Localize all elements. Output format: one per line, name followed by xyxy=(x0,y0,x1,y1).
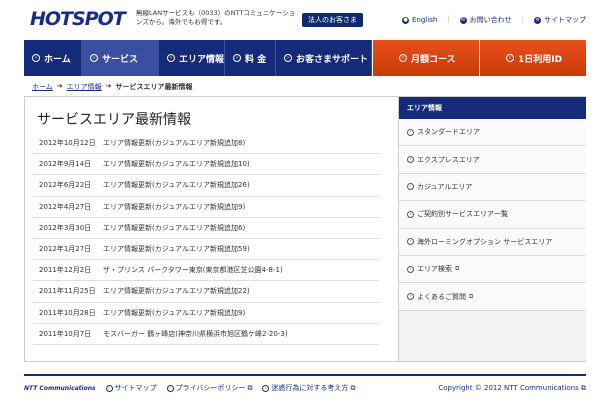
nav-1day-id[interactable]: › 1日利用ID xyxy=(479,40,586,76)
chevron-right-icon: › xyxy=(32,54,40,62)
chevron-right-icon: › xyxy=(506,54,514,62)
news-date: 2012年6月22日 xyxy=(39,181,92,190)
chevron-right-icon: › xyxy=(407,265,414,273)
chevron-right-icon: › xyxy=(284,54,292,62)
chevron-right-icon: › xyxy=(407,183,414,191)
footer-spam-policy-link[interactable]: › 迷惑行為に対する考え方 ⧉ xyxy=(262,383,355,393)
news-row: 2011年12月2日 ザ・プリンス パークタワー東京(東京都港区芝公園4-8-1) xyxy=(33,260,379,282)
news-row: 2011年10月7日 モスバーガー 鶴ヶ峰店(神奈川県横浜市旭区鶴ケ峰2-20-3… xyxy=(33,324,379,345)
news-text: エリア情報更新(カジュアルエリア新規追加10) xyxy=(103,160,250,169)
news-date: 2012年1月27日 xyxy=(39,245,92,254)
chevron-right-icon: › xyxy=(399,54,407,62)
news-date: 2012年10月12日 xyxy=(39,139,96,148)
news-list: 2012年10月12日 エリア情報更新(カジュアルエリア新規追加8) 2012年9… xyxy=(33,133,379,345)
mail-icon: ✉ xyxy=(459,16,467,24)
chevron-right-icon: › xyxy=(407,156,414,164)
external-window-icon: ⧉ xyxy=(455,265,460,273)
separator: | xyxy=(447,15,450,23)
footer-privacy-link[interactable]: › プライバシーポリシー ⧉ xyxy=(166,383,253,393)
chevron-right-icon: › xyxy=(105,384,113,392)
nav-area-info[interactable]: › エリア情報 xyxy=(159,40,225,76)
breadcrumb-area-info[interactable]: エリア情報 xyxy=(67,82,102,92)
nav-pricing[interactable]: › 料 金 xyxy=(225,40,276,76)
news-date: 2012年4月27日 xyxy=(39,202,92,211)
main-content: サービスエリア最新情報 2012年10月12日 エリア情報更新(カジュアルエリア新… xyxy=(24,96,586,362)
news-text: エリア情報更新(カジュアルエリア新規追加22) xyxy=(103,287,250,296)
news-row: 2012年9月14日 エリア情報更新(カジュアルエリア新規追加10) xyxy=(33,154,379,176)
news-row: 2012年3月30日 エリア情報更新(カジュアルエリア新規追加6) xyxy=(33,218,379,239)
nav-home[interactable]: › ホーム xyxy=(24,40,82,76)
news-text: モスバーガー 鶴ヶ峰店(神奈川県横浜市旭区鶴ケ峰2-20-3) xyxy=(103,329,288,338)
chevron-right-icon: › xyxy=(167,54,175,62)
chevron-right-icon: › xyxy=(166,384,174,392)
sidebar-item-faq[interactable]: › よくあるご質問 ⧉ xyxy=(399,283,586,311)
header-tagline: 無線LANサービスも（0033）のNTTコミュニケーションズから。海外でもお得で… xyxy=(136,9,296,26)
separator: | xyxy=(521,15,524,23)
sidebar-heading: エリア情報 xyxy=(399,97,586,119)
sitemap-link[interactable]: ≡ サイトマップ xyxy=(534,15,586,25)
news-text: エリア情報更新(カジュアルエリア新規追加9) xyxy=(103,202,246,211)
news-date: 2012年3月30日 xyxy=(39,223,92,232)
footer-divider xyxy=(24,374,586,376)
news-row: 2012年1月27日 エリア情報更新(カジュアルエリア新規追加59) xyxy=(33,239,379,261)
contact-link[interactable]: ✉ お問い合わせ xyxy=(459,15,512,25)
globe-icon: ● xyxy=(402,16,409,24)
chevron-right-icon: › xyxy=(233,54,241,62)
sidebar-item-roaming-area[interactable]: › 海外ローミングオプション サービスエリア xyxy=(399,228,586,256)
header-utility-links: ● English | ✉ お問い合わせ | ≡ サイトマップ xyxy=(402,15,586,25)
news-text: エリア情報更新(カジュアルエリア新規追加59) xyxy=(103,245,250,254)
chevron-right-icon: ➔ xyxy=(105,82,112,90)
news-text: エリア情報更新(カジュアルエリア新規追加9) xyxy=(103,308,246,317)
external-window-icon: ⧉ xyxy=(247,383,253,392)
ntt-communications-logo[interactable]: NTT Communications xyxy=(24,385,96,392)
external-window-icon: ⧉ xyxy=(469,292,474,300)
corporate-customers-button[interactable]: 法人のお客さま xyxy=(302,13,363,27)
news-row: 2011年10月28日 エリア情報更新(カジュアルエリア新規追加9) xyxy=(33,303,379,324)
news-row: 2012年10月12日 エリア情報更新(カジュアルエリア新規追加8) xyxy=(33,133,379,155)
chevron-right-icon: ➔ xyxy=(56,82,63,90)
nav-service[interactable]: › サービス xyxy=(82,40,159,76)
external-window-icon: ⧉ xyxy=(581,383,586,392)
chevron-right-icon: › xyxy=(407,238,414,246)
chevron-right-icon: › xyxy=(407,210,414,218)
sidebar-item-standard-area[interactable]: › スタンダードエリア xyxy=(399,119,586,147)
chevron-right-icon: › xyxy=(407,293,414,301)
nav-support[interactable]: › お客さまサポート xyxy=(276,40,372,76)
site-footer: NTT Communications › サイトマップ › プライバシーポリシー ⧉ … xyxy=(24,380,586,396)
chevron-right-icon: › xyxy=(90,54,98,62)
sidebar-item-casual-area[interactable]: › カジュアルエリア xyxy=(399,173,586,202)
news-date: 2011年10月7日 xyxy=(39,329,92,338)
english-link[interactable]: ● English xyxy=(402,15,437,25)
news-date: 2011年10月28日 xyxy=(39,308,96,317)
hotspot-logo[interactable]: HOTSPOT xyxy=(30,8,126,30)
breadcrumb-home[interactable]: ホーム xyxy=(32,82,53,92)
external-window-icon: ⧉ xyxy=(350,383,356,392)
news-row: 2012年4月27日 エリア情報更新(カジュアルエリア新規追加9) xyxy=(33,197,379,218)
news-row: 2012年6月22日 エリア情報更新(カジュアルエリア新規追加26) xyxy=(33,175,379,197)
breadcrumb: ホーム ➔ エリア情報 ➔ サービスエリア最新情報 xyxy=(32,82,193,92)
sidebar-item-contract-area-list[interactable]: › ご契約別サービスエリア一覧 xyxy=(399,201,586,229)
news-text: エリア情報更新(カジュアルエリア新規追加6) xyxy=(103,223,246,232)
chevron-right-icon: › xyxy=(407,128,414,136)
page-title: サービスエリア最新情報 xyxy=(37,112,191,128)
footer-sitemap-link[interactable]: › サイトマップ xyxy=(105,383,157,393)
news-text: エリア情報更新(カジュアルエリア新規追加26) xyxy=(103,181,250,190)
news-text: エリア情報更新(カジュアルエリア新規追加8) xyxy=(103,139,246,148)
news-date: 2011年12月2日 xyxy=(39,266,92,275)
chevron-right-icon: › xyxy=(262,384,270,392)
sitemap-icon: ≡ xyxy=(534,16,541,24)
site-header: HOTSPOT 無線LANサービスも（0033）のNTTコミュニケーションズから… xyxy=(0,0,610,38)
news-text: ザ・プリンス パークタワー東京(東京都港区芝公園4-8-1) xyxy=(103,266,283,275)
breadcrumb-current: サービスエリア最新情報 xyxy=(115,83,193,91)
news-date: 2012年9月14日 xyxy=(39,160,92,169)
global-nav: › ホーム › サービス › エリア情報 › 料 金 › お客さまサポート › 月額コース … xyxy=(24,40,586,76)
area-info-sidebar: エリア情報 › スタンダードエリア › エクスプレスエリア › カジュアルエリア › ご… xyxy=(398,97,586,361)
nav-monthly-course[interactable]: › 月額コース xyxy=(372,40,479,76)
sidebar-item-area-search[interactable]: › エリア検索 ⧉ xyxy=(399,255,586,284)
sidebar-item-express-area[interactable]: › エクスプレスエリア xyxy=(399,146,586,174)
copyright-link[interactable]: Copyright © 2012 NTT Communications ⧉ xyxy=(438,384,586,393)
news-row: 2011年11月25日 エリア情報更新(カジュアルエリア新規追加22) xyxy=(33,281,379,303)
news-date: 2011年11月25日 xyxy=(39,287,96,296)
